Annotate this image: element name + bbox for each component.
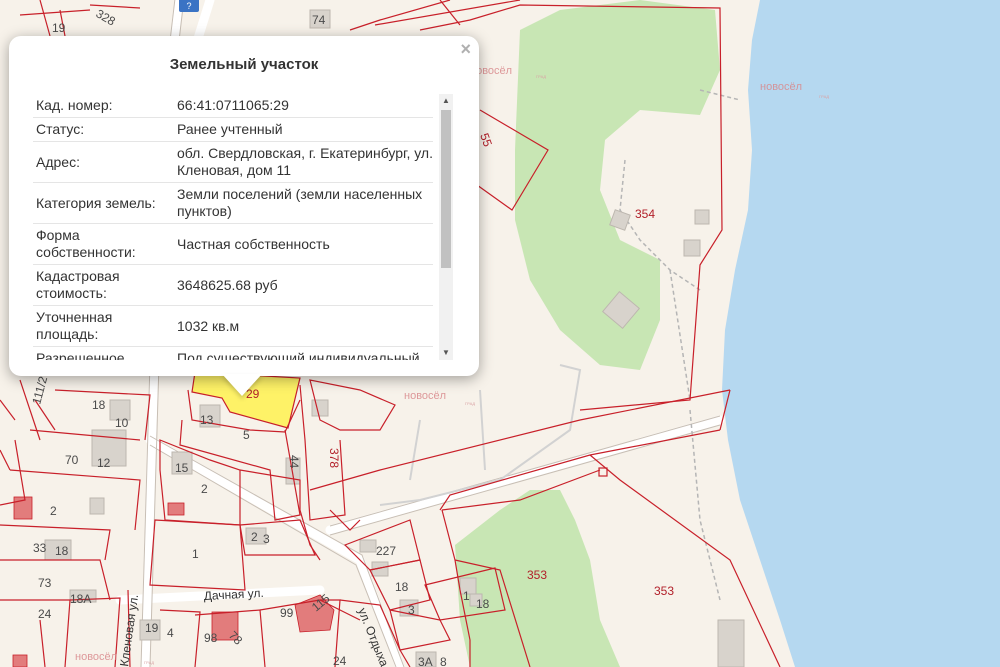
plot-number-73: 73 bbox=[38, 576, 52, 590]
plot-number-24a: 24 bbox=[38, 607, 52, 621]
info-key: Уточненная площадь: bbox=[36, 309, 113, 342]
plot-number-19b: 19 bbox=[145, 621, 159, 635]
svg-text:новосёл: новосёл bbox=[760, 81, 802, 93]
plot-number-2a: 2 bbox=[201, 482, 208, 496]
info-value: 3648625.68 руб bbox=[177, 276, 278, 293]
plot-number-33: 33 bbox=[33, 541, 47, 555]
plot-number-99: 99 bbox=[280, 606, 294, 620]
plot-number-74: 74 bbox=[312, 13, 326, 27]
plot-number-15: 15 bbox=[175, 461, 189, 475]
plot-number-1a: 1 bbox=[192, 547, 199, 561]
svg-text:новосёл: новосёл bbox=[404, 390, 446, 402]
plot-number-378: 378 bbox=[327, 448, 341, 468]
plot-number-353a: 353 bbox=[527, 568, 547, 582]
svg-text:ГРАД: ГРАД bbox=[144, 660, 154, 665]
plot-number-3b: 3 bbox=[408, 603, 415, 617]
info-key: Категория земель: bbox=[36, 194, 156, 211]
water-area bbox=[722, 0, 1000, 667]
popup-pointer bbox=[222, 374, 262, 396]
scroll-down-icon[interactable]: ▼ bbox=[439, 346, 453, 360]
plot-number-12: 12 bbox=[97, 456, 111, 470]
plot-number-4: 4 bbox=[167, 626, 174, 640]
plot-number-18v: 18А bbox=[70, 592, 91, 606]
svg-text:ГРАД: ГРАД bbox=[819, 94, 829, 99]
info-table: Кад. номер: 66:41:0711065:29 Статус: Ран… bbox=[33, 94, 433, 360]
plot-number-13: 13 bbox=[200, 413, 214, 427]
info-key: Адрес: bbox=[36, 153, 80, 170]
info-value: Ранее учтенный bbox=[177, 121, 283, 137]
info-row-land-category: Категория земель: Земли поселений (земли… bbox=[33, 183, 433, 224]
popup-scrollbar[interactable]: ▲ ▼ bbox=[439, 94, 453, 360]
svg-text:новосёл: новосёл bbox=[75, 651, 117, 663]
info-row-cadastral-number: Кад. номер: 66:41:0711065:29 bbox=[33, 94, 433, 118]
plot-number-70: 70 bbox=[65, 453, 79, 467]
info-row-ownership: Форма собственности: Частная собственнос… bbox=[33, 224, 433, 265]
info-value: Земли поселений (земли населенных пункто… bbox=[177, 186, 423, 219]
info-row-address: Адрес: обл. Свердловская, г. Екатеринбур… bbox=[33, 142, 433, 183]
plot-number-10: 10 bbox=[115, 416, 129, 430]
plot-number-354: 354 bbox=[635, 207, 655, 221]
plot-number-19: 19 bbox=[52, 21, 66, 35]
info-value: 1032 кв.м bbox=[177, 317, 240, 334]
popup-title: Земельный участок bbox=[169, 56, 319, 73]
info-value: 66:41:0711065:29 bbox=[177, 97, 289, 113]
plot-number-18a: 18 bbox=[92, 398, 106, 412]
info-key: Кадастровая стоимость: bbox=[36, 268, 120, 301]
plot-number-5: 5 bbox=[243, 428, 250, 442]
plot-number-2c: 2 bbox=[251, 530, 258, 544]
plot-number-353b: 353 bbox=[654, 584, 674, 598]
plot-number-3A: 3А bbox=[418, 655, 433, 667]
plot-number-227: 227 bbox=[376, 544, 396, 558]
plot-number-98: 98 bbox=[204, 631, 218, 645]
info-key: Статус: bbox=[36, 121, 85, 137]
info-key: Кад. номер: bbox=[36, 97, 113, 113]
info-row-permitted-use: Разрешенное Под существующий индивидуаль… bbox=[33, 347, 433, 360]
svg-text:ГРАД: ГРАД bbox=[536, 74, 546, 79]
plot-number-3a: 3 bbox=[263, 532, 270, 546]
scroll-up-icon[interactable]: ▲ bbox=[439, 94, 453, 108]
info-value: Под существующий индивидуальный bbox=[177, 350, 420, 360]
info-value: Частная собственность bbox=[177, 235, 330, 252]
info-row-cadastral-value: Кадастровая стоимость: 3648625.68 руб bbox=[33, 265, 433, 306]
plot-number-2b: 2 bbox=[50, 504, 57, 518]
scrollbar-thumb[interactable] bbox=[441, 110, 451, 268]
plot-number-8: 8 bbox=[440, 655, 447, 667]
land-plot-popup: × Земельный участок Кад. номер: 66:41:07… bbox=[9, 36, 479, 376]
plot-number-24b: 24 bbox=[333, 654, 347, 667]
plot-number-18c: 18 bbox=[395, 580, 409, 594]
info-row-area: Уточненная площадь: 1032 кв.м bbox=[33, 306, 433, 347]
svg-text:ГРАД: ГРАД bbox=[465, 401, 475, 406]
plot-number-18b: 18 bbox=[55, 544, 69, 558]
info-key: Форма собственности: bbox=[36, 227, 136, 260]
popup-body[interactable]: Кад. номер: 66:41:0711065:29 Статус: Ран… bbox=[33, 94, 453, 360]
info-value: обл. Свердловская, г. Екатеринбург, ул. … bbox=[177, 145, 433, 178]
plot-number-1b: 1 bbox=[463, 589, 470, 603]
info-key: Разрешенное bbox=[36, 350, 125, 360]
plot-number-44: 44 bbox=[287, 455, 301, 469]
plot-number-18d: 18 bbox=[476, 597, 490, 611]
info-row-status: Статус: Ранее учтенный bbox=[33, 118, 433, 142]
map-top-marker[interactable]: ? bbox=[179, 0, 199, 12]
